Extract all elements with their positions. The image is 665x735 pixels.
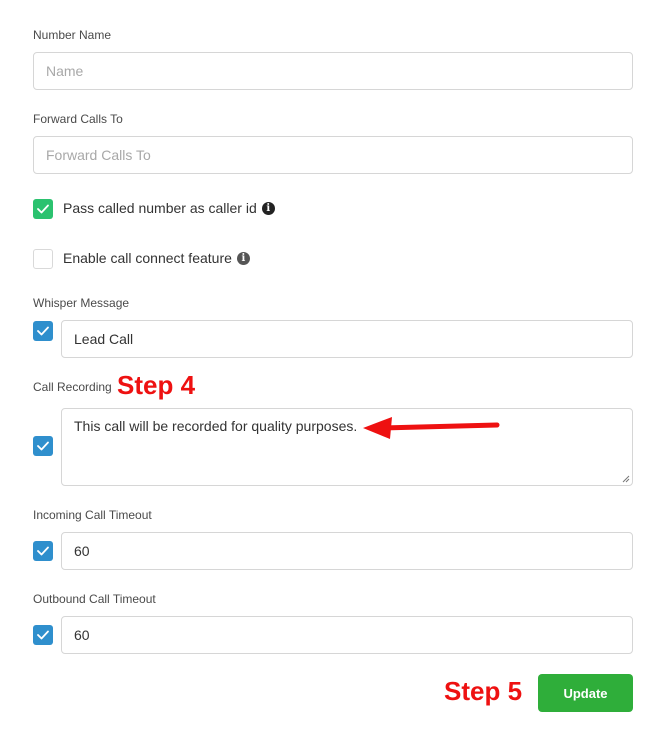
whisper-message-input[interactable]: Lead Call bbox=[61, 320, 633, 358]
whisper-message-label: Whisper Message bbox=[33, 296, 130, 310]
incoming-timeout-input[interactable]: 60 bbox=[61, 532, 633, 570]
pass-called-number-checkbox[interactable] bbox=[33, 199, 53, 219]
info-icon[interactable]: i bbox=[261, 201, 275, 215]
check-icon bbox=[37, 441, 49, 451]
forward-calls-input[interactable]: Forward Calls To bbox=[33, 136, 633, 174]
incoming-timeout-checkbox[interactable] bbox=[33, 541, 53, 561]
check-icon bbox=[37, 546, 49, 556]
pass-called-number-row: Pass called number as caller id i bbox=[63, 200, 275, 216]
resize-grip-icon[interactable] bbox=[620, 473, 630, 483]
step-5-annotation: Step 5 bbox=[444, 676, 523, 706]
number-name-label: Number Name bbox=[33, 28, 112, 42]
whisper-message-checkbox[interactable] bbox=[33, 321, 53, 341]
call-recording-textarea[interactable]: This call will be recorded for quality p… bbox=[61, 408, 633, 486]
call-recording-label: Call Recording bbox=[33, 380, 112, 394]
call-connect-checkbox[interactable] bbox=[33, 249, 53, 269]
check-icon bbox=[37, 204, 49, 214]
outbound-timeout-label: Outbound Call Timeout bbox=[33, 592, 156, 606]
number-name-input[interactable]: Name bbox=[33, 52, 633, 90]
check-icon bbox=[37, 630, 49, 640]
outbound-timeout-checkbox[interactable] bbox=[33, 625, 53, 645]
info-icon[interactable]: i bbox=[236, 251, 250, 265]
call-connect-label: Enable call connect feature bbox=[63, 250, 232, 266]
update-button[interactable]: Update bbox=[538, 674, 633, 712]
forward-calls-label: Forward Calls To bbox=[33, 112, 123, 126]
arrow-annotation-icon bbox=[363, 417, 500, 439]
incoming-timeout-label: Incoming Call Timeout bbox=[33, 508, 152, 522]
call-recording-text: This call will be recorded for quality p… bbox=[74, 418, 358, 434]
pass-called-number-label: Pass called number as caller id bbox=[63, 200, 257, 216]
outbound-timeout-input[interactable]: 60 bbox=[61, 616, 633, 654]
step-4-annotation: Step 4 bbox=[117, 370, 196, 400]
check-icon bbox=[37, 326, 49, 336]
number-settings-form: Number Name Name Forward Calls To Forwar… bbox=[0, 0, 665, 735]
call-connect-row: Enable call connect feature i bbox=[63, 250, 250, 266]
call-recording-checkbox[interactable] bbox=[33, 436, 53, 456]
